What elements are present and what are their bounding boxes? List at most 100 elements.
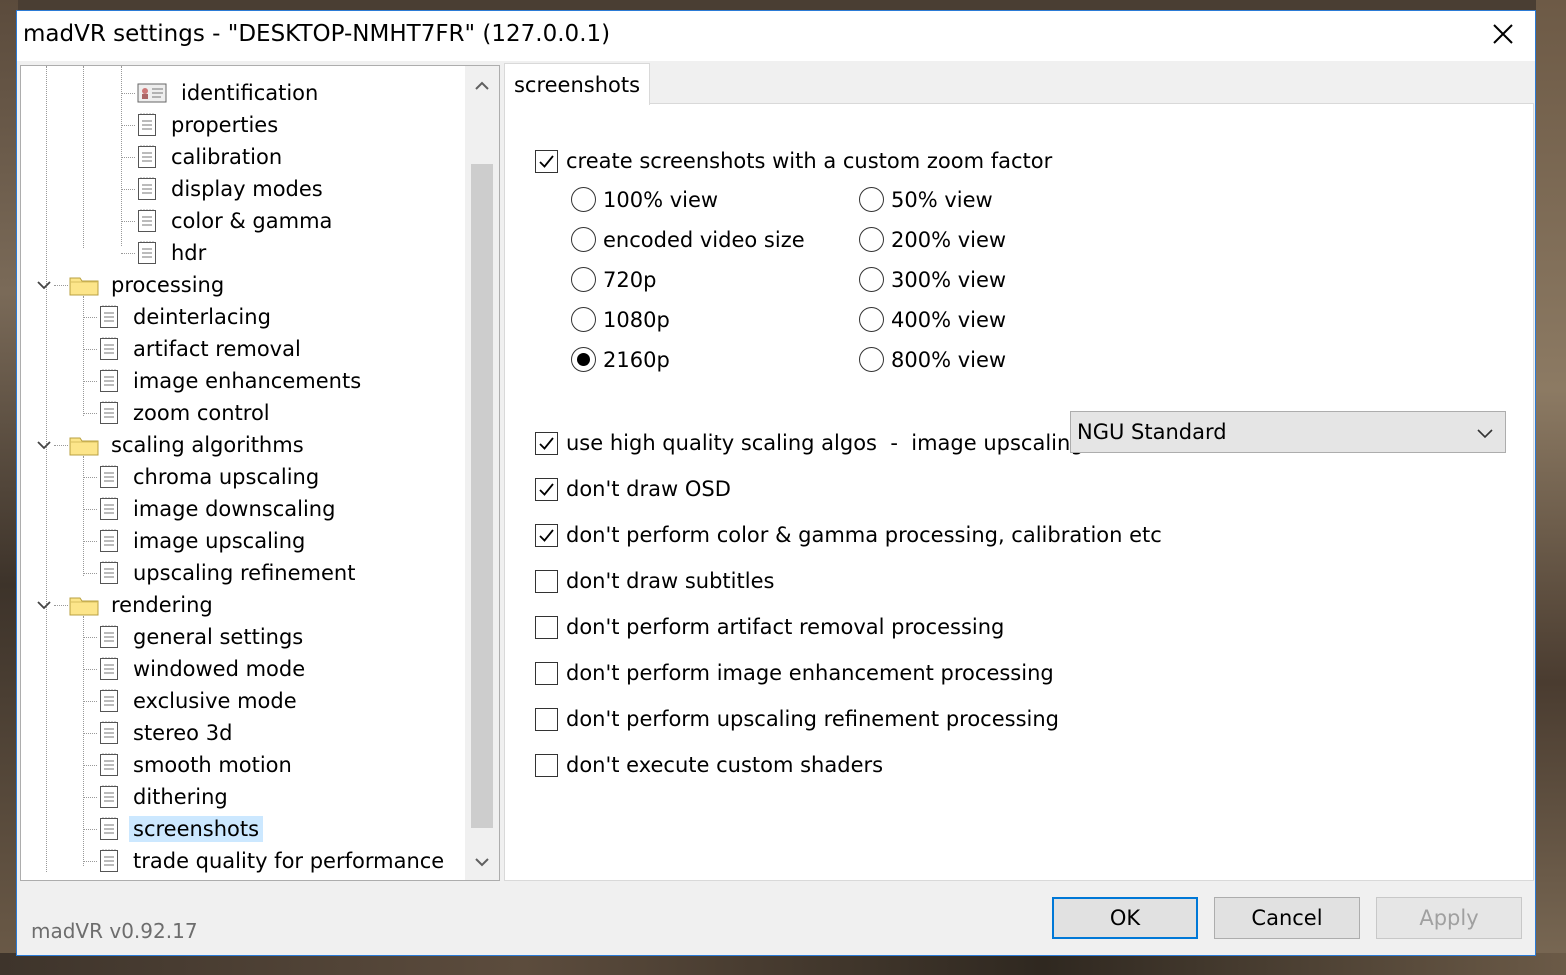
apply-button[interactable]: Apply (1376, 897, 1522, 939)
option-checkbox[interactable]: don't perform color & gamma processing, … (535, 523, 1162, 547)
tree-item[interactable]: rendering (69, 590, 217, 620)
collapse-chevron-icon[interactable] (34, 275, 54, 295)
option-checkbox[interactable]: don't perform artifact removal processin… (535, 615, 1004, 639)
tree-item[interactable]: processing (69, 270, 228, 300)
tree-item[interactable]: chroma upscaling (99, 462, 323, 492)
scroll-thumb[interactable] (471, 164, 493, 828)
tree-item[interactable]: screenshots (99, 814, 264, 844)
tree-item[interactable]: image upscaling (99, 526, 309, 556)
option-checkbox[interactable]: don't perform upscaling refinement proce… (535, 707, 1059, 731)
tree-item-label: exclusive mode (133, 689, 297, 713)
tree-item-label: image upscaling (133, 529, 306, 553)
tree-item[interactable]: properties (137, 110, 282, 140)
page-icon (100, 849, 118, 872)
radio-circle[interactable] (571, 187, 596, 212)
radio-circle[interactable] (571, 347, 596, 372)
page-icon (100, 657, 118, 680)
option-checkbox[interactable]: don't perform image enhancement processi… (535, 661, 1054, 685)
tree-item-label: color & gamma (171, 209, 333, 233)
folder-icon (69, 437, 99, 456)
radio-circle[interactable] (859, 347, 884, 372)
checkmark-icon (539, 436, 554, 450)
id-card-icon (137, 83, 167, 103)
radio-circle[interactable] (571, 267, 596, 292)
tree-item-label: properties (171, 113, 279, 137)
checkbox-box[interactable] (535, 753, 558, 777)
tree-item-label: display modes (171, 177, 323, 201)
tree-item[interactable]: windowed mode (99, 654, 309, 684)
zoom-radio[interactable]: encoded video size (571, 227, 805, 252)
option-checkbox-label: don't perform image enhancement processi… (566, 661, 1054, 685)
tree-item[interactable]: calibration (137, 142, 286, 172)
folder-icon (69, 597, 99, 616)
tree-item[interactable]: color & gamma (137, 206, 336, 236)
collapse-chevron-icon[interactable] (34, 435, 54, 455)
zoom-radio[interactable]: 800% view (859, 347, 1006, 372)
tab-screenshots[interactable]: screenshots (504, 63, 650, 105)
image-upscaling-dropdown[interactable]: NGU Standard (1070, 411, 1506, 453)
checkbox-box[interactable] (535, 523, 558, 547)
checkbox-box[interactable] (535, 477, 558, 501)
tree-item[interactable]: zoom control (99, 398, 274, 428)
zoom-radio[interactable]: 100% view (571, 187, 718, 212)
tree-item[interactable]: stereo 3d (99, 718, 236, 748)
close-button[interactable] (1471, 11, 1535, 57)
tree-item-label: artifact removal (133, 337, 301, 361)
ok-button[interactable]: OK (1052, 897, 1198, 939)
tree-item[interactable]: artifact removal (99, 334, 305, 364)
settings-tree[interactable]: identification properties calibration displ… (20, 65, 500, 881)
tree-item[interactable]: exclusive mode (99, 686, 301, 716)
title-bar: madVR settings - "DESKTOP-NMHT7FR" (127.… (17, 11, 1535, 61)
tree-item[interactable]: hdr (137, 238, 210, 268)
zoom-radio[interactable]: 300% view (859, 267, 1006, 292)
scroll-down-icon[interactable] (472, 852, 492, 872)
radio-circle[interactable] (571, 227, 596, 252)
page-icon (100, 689, 118, 712)
tree-item[interactable]: image downscaling (99, 494, 339, 524)
option-checkbox[interactable]: don't execute custom shaders (535, 753, 883, 777)
page-icon (100, 753, 118, 776)
tree-item[interactable]: upscaling refinement (99, 558, 359, 588)
checkbox-box[interactable] (535, 149, 558, 173)
zoom-radio[interactable]: 200% view (859, 227, 1006, 252)
collapse-chevron-icon[interactable] (34, 595, 54, 615)
checkbox-box[interactable] (535, 661, 558, 685)
zoom-radio[interactable]: 1080p (571, 307, 670, 332)
tree-item-label: scaling algorithms (111, 433, 304, 457)
zoom-radio-label: 720p (603, 267, 657, 292)
tree-scrollbar[interactable] (465, 66, 499, 880)
zoom-radio[interactable]: 400% view (859, 307, 1006, 332)
zoom-radio[interactable]: 720p (571, 267, 656, 292)
option-checkbox[interactable]: don't draw OSD (535, 477, 731, 501)
page-icon (138, 177, 156, 200)
radio-circle[interactable] (571, 307, 596, 332)
tree-item[interactable]: identification (137, 78, 322, 108)
tree-item[interactable]: dithering (99, 782, 232, 812)
cancel-button[interactable]: Cancel (1214, 897, 1360, 939)
tree-item[interactable]: deinterlacing (99, 302, 275, 332)
checkbox-box[interactable] (535, 431, 558, 455)
radio-circle[interactable] (859, 267, 884, 292)
custom-zoom-checkbox[interactable]: create screenshots with a custom zoom fa… (535, 149, 1052, 173)
zoom-radio[interactable]: 50% view (859, 187, 993, 212)
scroll-up-icon[interactable] (472, 76, 492, 96)
option-checkbox[interactable]: don't draw subtitles (535, 569, 774, 593)
checkbox-box[interactable] (535, 569, 558, 593)
tree-item[interactable]: scaling algorithms (69, 430, 308, 460)
hq-scaling-checkbox[interactable]: use high quality scaling algos - image u… (535, 431, 1091, 455)
tree-item[interactable]: display modes (137, 174, 327, 204)
radio-circle[interactable] (859, 187, 884, 212)
checkbox-box[interactable] (535, 615, 558, 639)
tree-item[interactable]: image enhancements (99, 366, 365, 396)
tree-item[interactable]: smooth motion (99, 750, 296, 780)
radio-circle[interactable] (859, 227, 884, 252)
page-icon (138, 241, 156, 264)
checkmark-icon (539, 154, 554, 168)
tree-item-label: smooth motion (133, 753, 292, 777)
checkbox-box[interactable] (535, 707, 558, 731)
tree-item[interactable]: general settings (99, 622, 307, 652)
radio-circle[interactable] (859, 307, 884, 332)
tree-item[interactable]: trade quality for performance (99, 846, 448, 876)
option-checkbox-label: don't perform upscaling refinement proce… (566, 707, 1059, 731)
zoom-radio[interactable]: 2160p (571, 347, 670, 372)
